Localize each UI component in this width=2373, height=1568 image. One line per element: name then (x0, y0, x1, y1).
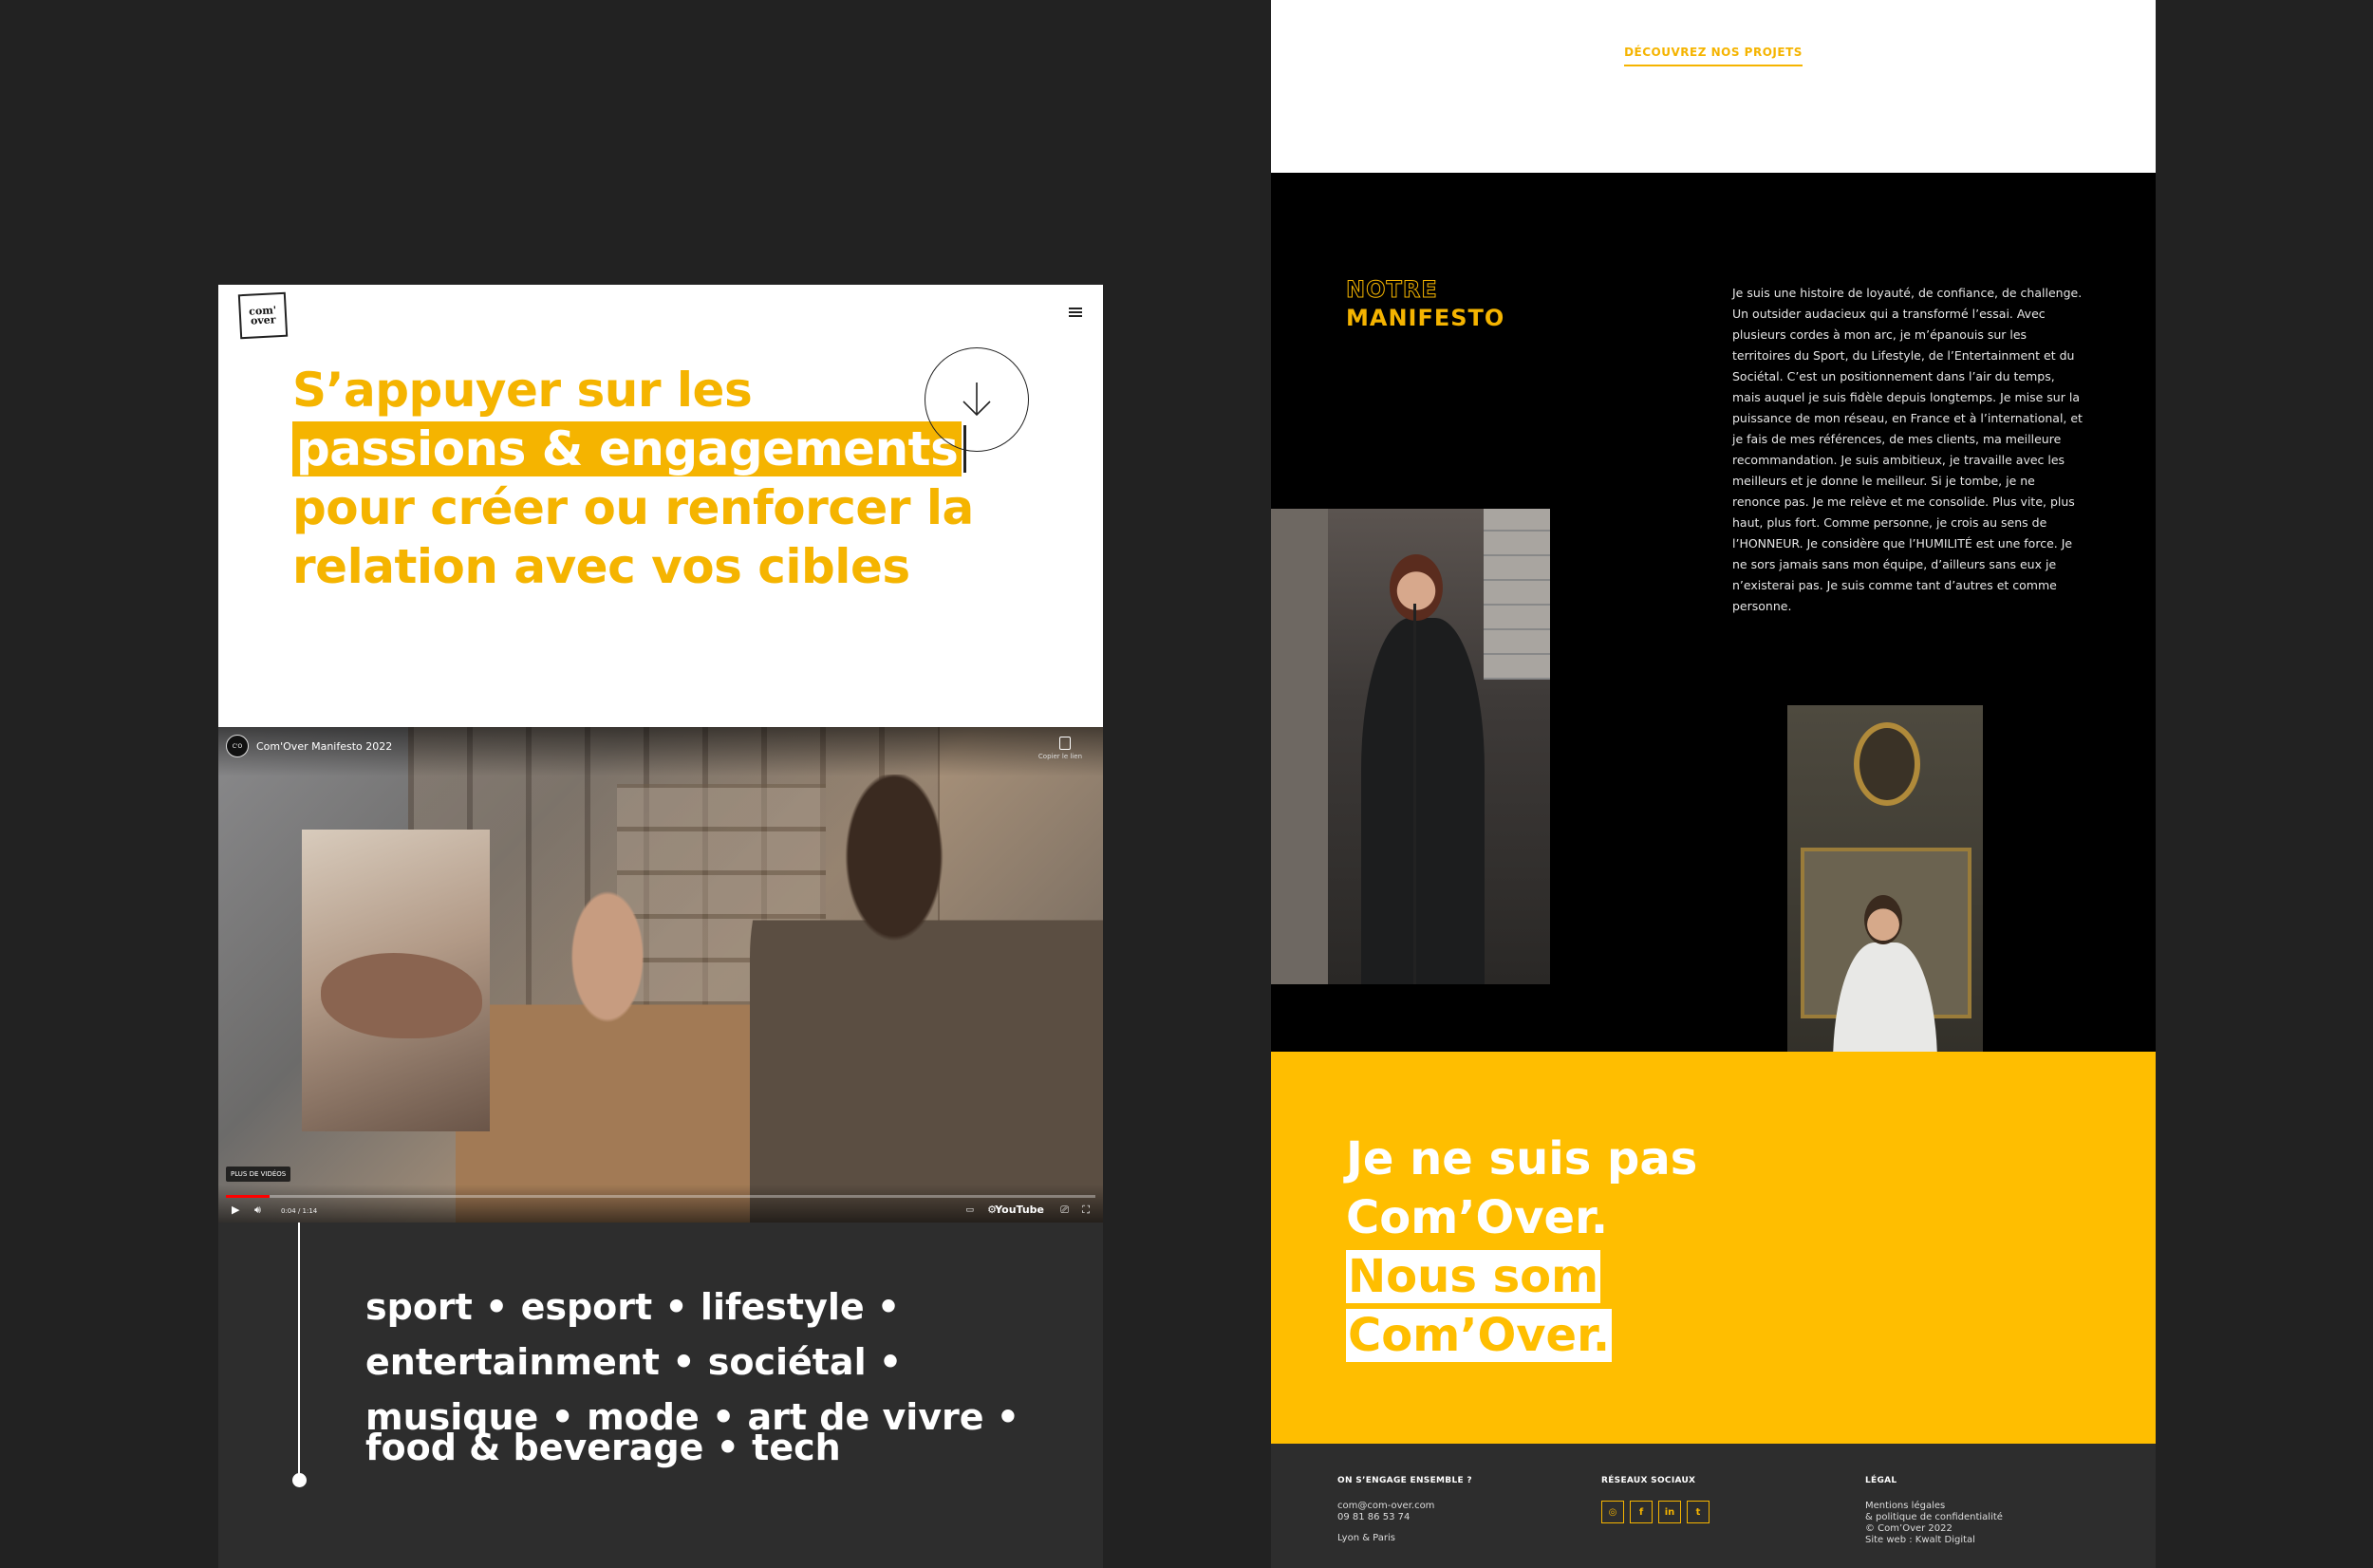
play-icon[interactable]: ▶ (232, 1204, 239, 1217)
video-person-right (750, 775, 1103, 1223)
footer-social: RÉSEAUX SOCIAUX ◎ f in t (1601, 1476, 1810, 1523)
copy-link-icon[interactable] (1059, 737, 1071, 750)
comover-logo[interactable]: com' over (237, 291, 289, 340)
hero-title: S’appuyer sur les passions & engagements… (292, 361, 995, 596)
cta-text-caret (1600, 1256, 1604, 1297)
volume-icon[interactable]: 🔊︎ (254, 1204, 261, 1217)
cta-heading: Je ne suis pas Com’Over. Nous som Com’Ov… (1346, 1129, 1697, 1365)
privacy-policy-link[interactable]: & politique de confidentialité (1865, 1512, 2074, 1523)
tags-line-2: entertainment • sociétal • (365, 1341, 903, 1383)
more-videos-button[interactable]: PLUS DE VIDÉOS (226, 1167, 291, 1182)
cta-highlight-1: Nous som (1346, 1250, 1601, 1303)
hero-line-1: S’appuyer sur les (292, 363, 753, 418)
timeline-dot (292, 1473, 307, 1487)
twitter-icon[interactable]: t (1687, 1501, 1710, 1523)
scroll-down-button[interactable] (925, 347, 1029, 452)
manifesto-section: NOTRE MANIFESTO Je suis une histoire de … (1271, 173, 2156, 1224)
discover-projects-link[interactable]: DÉCOUVREZ NOS PROJETS (1624, 46, 1803, 66)
hamburger-menu-icon[interactable] (1069, 308, 1082, 317)
cta-line-1: Je ne suis pas (1346, 1132, 1698, 1185)
subtitles-icon[interactable]: ▭ (965, 1204, 974, 1217)
manifesto-heading-fill: MANIFESTO (1346, 305, 1505, 331)
cta-highlight-2: Com’Over. (1346, 1309, 1613, 1362)
hero-line-3: pour créer ou renforcer la (292, 480, 974, 535)
channel-initials: C'O (232, 742, 243, 750)
tags-line-1: sport • esport • lifestyle • (365, 1286, 901, 1328)
video-player[interactable]: C'O Com'Over Manifesto 2022 Copier le li… (218, 727, 1103, 1223)
footer-copyright: © Com’Over 2022 (1865, 1523, 1953, 1534)
video-controls: ▶ 🔊︎ 0:04 / 1:14 ▭ ⚙ YouTube ⎚ ⛶ (218, 1185, 1103, 1223)
legal-notice-link[interactable]: Mentions légales (1865, 1501, 2074, 1512)
expertise-tags-section: sport • esport • lifestyle • entertainme… (218, 1223, 1103, 1568)
channel-avatar[interactable]: C'O (226, 735, 249, 757)
footer-contact: ON S’ENGAGE ENSEMBLE ? com@com-over.com … (1337, 1476, 1546, 1544)
cta-section: Je ne suis pas Com’Over. Nous som Com’Ov… (1271, 1052, 2156, 1444)
hero-section: com' over S’appuyer sur les passions & e… (218, 285, 1103, 727)
video-progress-bar[interactable] (226, 1195, 1095, 1198)
footer-city: Lyon & Paris (1337, 1533, 1395, 1543)
manifesto-heading: NOTRE MANIFESTO (1345, 275, 1505, 332)
video-time: 0:04 / 1:14 (281, 1207, 318, 1215)
manifesto-page-mockup: DÉCOUVREZ NOS PROJETS NOTRE MANIFESTO Je… (1271, 0, 2156, 1568)
footer-legal-heading: LÉGAL (1865, 1476, 1897, 1485)
copy-link-label: Copier le lien (1037, 753, 1082, 760)
manifesto-text: Je suis une histoire de loyauté, de conf… (1732, 286, 2083, 613)
footer-phone-link[interactable]: 09 81 86 53 74 (1337, 1512, 1546, 1523)
logo-text: com' over (248, 303, 277, 327)
linkedin-icon[interactable]: in (1658, 1501, 1681, 1523)
arrow-down-icon (962, 383, 991, 417)
footer-email-link[interactable]: com@com-over.com (1337, 1501, 1546, 1512)
footer-social-heading: RÉSEAUX SOCIAUX (1601, 1476, 1696, 1485)
cta-line-2: Com’Over. (1346, 1191, 1609, 1244)
manifesto-heading-outline: NOTRE (1345, 276, 1438, 304)
timeline-line (298, 1223, 300, 1481)
presentation-canvas: com' over S’appuyer sur les passions & e… (0, 0, 2373, 1568)
singer-photo (1271, 509, 1550, 984)
site-footer: ON S’ENGAGE ENSEMBLE ? com@com-over.com … (1271, 1444, 2156, 1568)
handshake-inset-image (302, 830, 490, 1131)
hero-highlight: passions & engagements (292, 421, 962, 476)
video-progress-fill (226, 1195, 270, 1198)
instagram-icon[interactable]: ◎ (1601, 1501, 1624, 1523)
video-person-left (456, 888, 759, 1223)
expertise-tags: sport • esport • lifestyle • entertainme… (365, 1279, 1030, 1475)
facebook-icon[interactable]: f (1630, 1501, 1653, 1523)
footer-legal: LÉGAL Mentions légales & politique de co… (1865, 1476, 2074, 1546)
video-title[interactable]: Com'Over Manifesto 2022 (256, 740, 392, 753)
fullscreen-icon[interactable]: ⛶ (1082, 1204, 1090, 1217)
projects-link-section: DÉCOUVREZ NOS PROJETS (1271, 0, 2156, 173)
hero-line-4: relation avec vos cibles (292, 539, 910, 594)
footer-credit-link[interactable]: Site web : Kwalt Digital (1865, 1535, 2074, 1546)
footer-contact-heading: ON S’ENGAGE ENSEMBLE ? (1337, 1476, 1472, 1485)
youtube-logo[interactable]: YouTube (995, 1204, 1044, 1216)
cast-icon[interactable]: ⎚ (1060, 1204, 1069, 1217)
homepage-mockup: com' over S’appuyer sur les passions & e… (218, 285, 1103, 1568)
